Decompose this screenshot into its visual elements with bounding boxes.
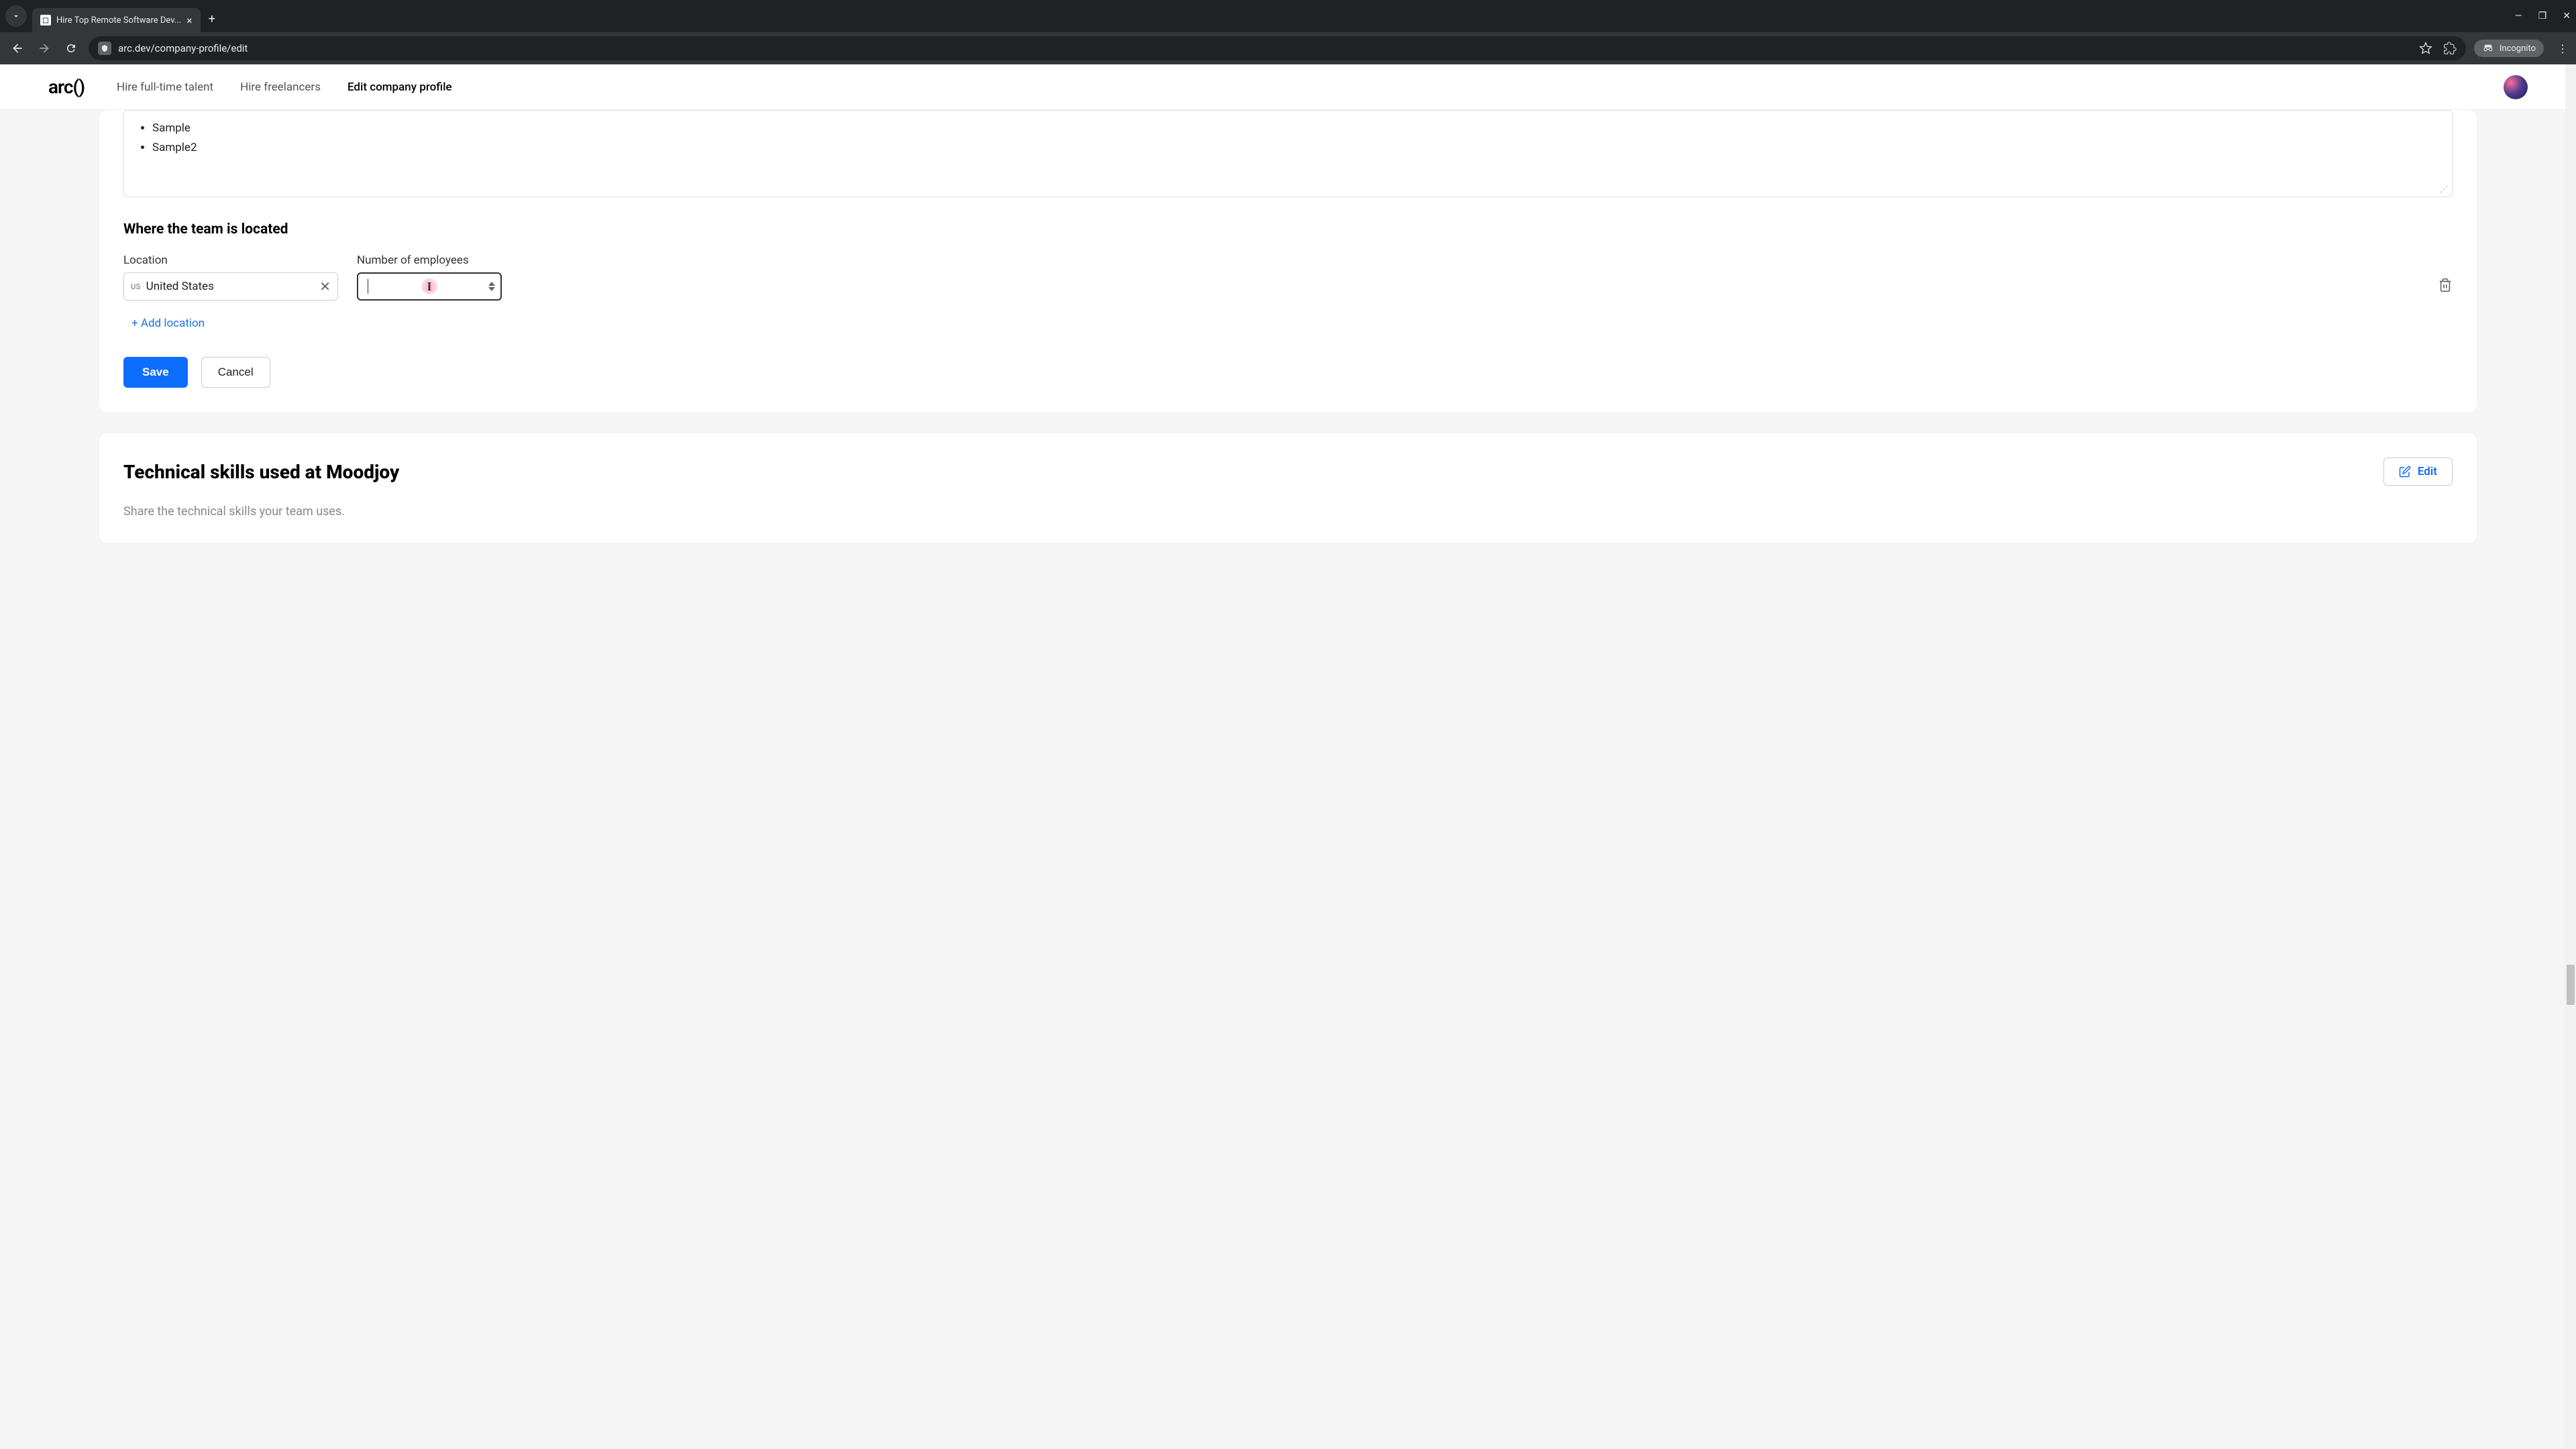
arc-logo[interactable]: arc() [48,76,85,98]
tab-title: Hire Top Remote Software Dev... [56,15,181,25]
description-list: Sample Sample2 [136,119,2440,158]
browser-menu-button[interactable]: ⋮ [2557,42,2568,55]
main-nav: Hire full-time talent Hire freelancers E… [117,80,452,94]
browser-toolbar: arc.dev/company-profile/edit Incognito ⋮ [0,32,2576,64]
incognito-badge[interactable]: Incognito [2474,40,2544,57]
new-tab-button[interactable]: + [209,12,215,26]
minimize-button[interactable]: — [2515,11,2522,21]
back-button[interactable] [8,39,27,58]
resize-handle-icon[interactable]: ⋰ [2440,184,2448,194]
form-buttons: Save Cancel [123,357,2453,388]
extensions-icon[interactable] [2443,42,2457,55]
tab-favicon-icon: ⬚ [40,15,51,25]
browser-tab[interactable]: ⬚ Hire Top Remote Software Dev... × [32,8,201,32]
add-location-link[interactable]: + Add location [123,317,205,330]
url-text: arc.dev/company-profile/edit [118,42,248,54]
description-textarea[interactable]: Sample Sample2 ⋰ [123,110,2453,197]
location-flag: US [131,282,141,291]
address-bar[interactable]: arc.dev/company-profile/edit [89,36,2466,60]
click-indicator-icon [421,278,437,294]
incognito-label: Incognito [2500,44,2536,54]
employees-field-group: Number of employees [357,254,502,301]
scrollbar-thumb[interactable] [2567,965,2575,1005]
site-settings-icon[interactable] [98,42,111,55]
delete-location-button[interactable] [2438,278,2453,295]
maximize-button[interactable]: ❐ [2538,11,2547,21]
number-spinner[interactable] [488,281,495,292]
cancel-button[interactable]: Cancel [201,357,270,388]
nav-edit-profile[interactable]: Edit company profile [347,80,452,94]
incognito-icon [2482,42,2494,54]
skills-title: Technical skills used at Moodjoy [123,461,399,483]
close-window-button[interactable]: ✕ [2563,11,2571,21]
spinner-up-icon[interactable] [488,281,495,286]
skills-header: Technical skills used at Moodjoy Edit [123,458,2453,486]
location-row: Location US United States ✕ Number of em… [123,254,2453,301]
forward-button[interactable] [35,39,54,58]
list-item: Sample2 [152,138,2440,158]
bookmark-icon[interactable] [2419,42,2432,55]
location-label: Location [123,254,338,267]
pencil-icon [2399,466,2411,478]
employees-input[interactable] [357,272,502,301]
skills-subtext: Share the technical skills your team use… [123,504,2453,519]
employees-label: Number of employees [357,254,502,267]
user-avatar[interactable] [2504,75,2528,99]
clear-location-icon[interactable]: ✕ [319,278,331,294]
skills-card: Technical skills used at Moodjoy Edit Sh… [99,433,2477,543]
site-header: arc() Hire full-time talent Hire freelan… [0,64,2576,110]
spinner-down-icon[interactable] [488,286,495,292]
page-content: arc() Hire full-time talent Hire freelan… [0,64,2576,1449]
edit-button-label: Edit [2418,465,2437,478]
nav-hire-freelancers[interactable]: Hire freelancers [240,80,321,94]
save-button[interactable]: Save [123,357,188,388]
window-controls: — ❐ ✕ [2515,11,2571,21]
team-location-card: Sample Sample2 ⋰ Where the team is locat… [99,110,2477,412]
main-area: Sample Sample2 ⋰ Where the team is locat… [0,110,2576,1449]
nav-hire-fulltime[interactable]: Hire full-time talent [117,80,213,94]
browser-tab-bar: ⬚ Hire Top Remote Software Dev... × + — … [0,0,2576,32]
tab-search-button[interactable] [5,5,27,27]
location-value: United States [146,280,315,293]
location-field-group: Location US United States ✕ [123,254,338,301]
location-input[interactable]: US United States ✕ [123,272,338,301]
reload-button[interactable] [62,39,80,58]
location-heading: Where the team is located [123,221,2453,237]
list-item: Sample [152,119,2440,138]
scrollbar[interactable] [2565,64,2576,1449]
edit-skills-button[interactable]: Edit [2383,458,2453,486]
tab-close-icon[interactable]: × [186,14,193,27]
